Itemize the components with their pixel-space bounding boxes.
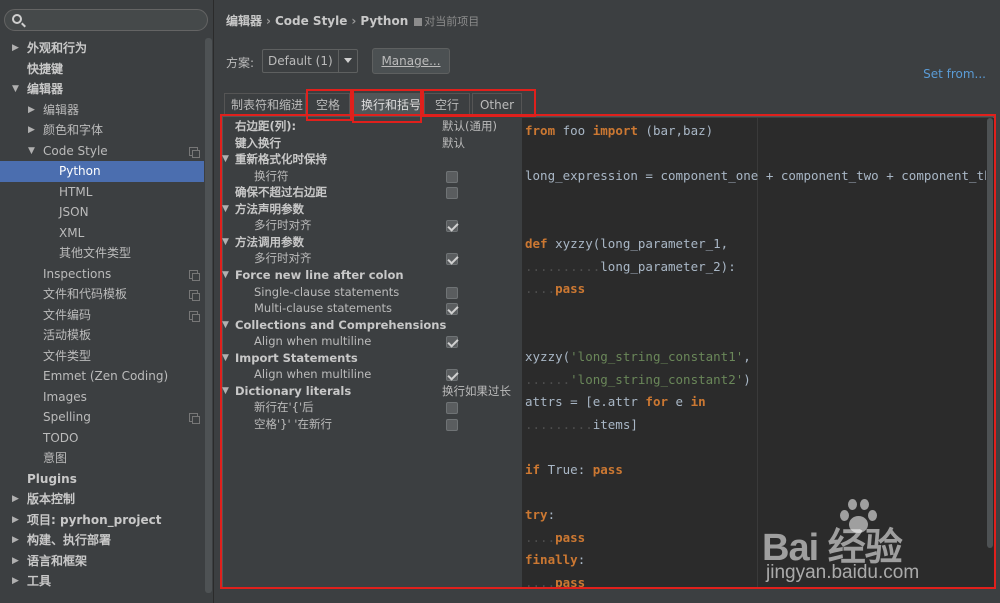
sidebar-item[interactable]: ▼ Code Style — [0, 141, 204, 162]
copy-icon — [189, 290, 200, 301]
sidebar-item[interactable]: ▶ 项目: pyrhon_project — [0, 510, 204, 531]
settings-sidebar: ▶ 外观和行为快捷键 ▼ 编辑器 ▶ 编辑器 ▶ 颜色和字体 ▼ Code Style Python… — [0, 0, 214, 603]
sidebar-item-label: 文件类型 — [43, 348, 92, 363]
sidebar-item-label: 文件编码 — [43, 307, 92, 322]
project-scope-note: 对当前项目 — [414, 15, 479, 28]
sidebar-item[interactable]: ▼ 编辑器 — [0, 79, 204, 100]
sidebar-item-label: Inspections — [43, 266, 112, 281]
breadcrumb-code-style: Code Style — [274, 14, 348, 28]
sidebar-item-label: 工具 — [27, 574, 52, 588]
sidebar-item[interactable]: 文件和代码模板 — [0, 284, 204, 305]
sidebar-item[interactable]: Spelling — [0, 407, 204, 428]
sidebar-item-label: Images — [43, 389, 87, 404]
sidebar-item[interactable]: JSON — [0, 202, 204, 223]
chevron-right-icon[interactable]: ▶ — [12, 530, 19, 551]
sidebar-item[interactable]: ▶ 颜色和字体 — [0, 120, 204, 141]
sidebar-item[interactable]: ▶ 编辑器 — [0, 100, 204, 121]
breadcrumb: 编辑器 › Code Style › Python 对当前项目 — [226, 13, 479, 29]
set-from-link[interactable]: Set from... — [923, 67, 986, 81]
scheme-select[interactable]: Default (1) — [262, 49, 358, 73]
sidebar-item[interactable]: Plugins — [0, 469, 204, 490]
sidebar-item-label: 编辑器 — [43, 102, 80, 117]
sidebar-item-label: XML — [59, 225, 85, 240]
copy-icon — [189, 413, 200, 424]
sidebar-item[interactable]: ▶ 工具 — [0, 571, 204, 592]
chevron-right-icon[interactable]: ▶ — [28, 100, 35, 121]
sidebar-item-label: Code Style — [43, 143, 108, 158]
sidebar-item[interactable]: 其他文件类型 — [0, 243, 204, 264]
sidebar-item[interactable]: 活动模板 — [0, 325, 204, 346]
sidebar-item[interactable]: 文件类型 — [0, 346, 204, 367]
sidebar-item[interactable]: Inspections — [0, 264, 204, 285]
project-scope-text: 对当前项目 — [424, 15, 480, 28]
settings-tree: ▶ 外观和行为快捷键 ▼ 编辑器 ▶ 编辑器 ▶ 颜色和字体 ▼ Code Style Python… — [0, 38, 204, 592]
chevron-down-icon[interactable] — [338, 50, 357, 72]
sidebar-item[interactable]: ▶ 构建、执行部署 — [0, 530, 204, 551]
sidebar-item[interactable]: Images — [0, 387, 204, 408]
sidebar-item-label: 其他文件类型 — [59, 246, 132, 260]
sidebar-item[interactable]: XML — [0, 223, 204, 244]
tab-tabs-and-indents[interactable]: 制表符和缩进 — [224, 93, 306, 116]
breadcrumb-separator: › — [351, 14, 357, 28]
sidebar-item-label: 快捷键 — [27, 61, 64, 76]
watermark-url: jingyan.baidu.com — [766, 562, 920, 583]
highlight-box-blank-lines-other-tabs — [422, 89, 536, 117]
sidebar-item-label: Emmet (Zen Coding) — [43, 369, 169, 383]
sidebar-item[interactable]: HTML — [0, 182, 204, 203]
breadcrumb-editor: 编辑器 — [226, 14, 263, 28]
sidebar-item[interactable]: 快捷键 — [0, 59, 204, 80]
sidebar-item[interactable]: 意图 — [0, 448, 204, 469]
sidebar-scrollbar-thumb[interactable] — [205, 38, 212, 593]
sidebar-item-label: 活动模板 — [43, 328, 92, 342]
sidebar-item-label: 语言和框架 — [27, 553, 88, 568]
sidebar-item-label: 项目: pyrhon_project — [27, 512, 162, 527]
manage-button[interactable]: Manage... — [372, 48, 450, 74]
copy-icon — [189, 310, 200, 322]
sidebar-item-label: JSON — [59, 205, 89, 219]
copy-icon — [189, 269, 200, 281]
sidebar-item-label: Spelling — [43, 410, 91, 424]
sidebar-item-label: TODO — [43, 430, 79, 445]
sidebar-item-label: Python — [59, 164, 101, 178]
settings-search-input[interactable] — [4, 9, 208, 31]
baidu-jingyan-watermark: Bai 经验 jingyan.baidu.com — [762, 492, 992, 588]
sidebar-item-label: 构建、执行部署 — [27, 533, 112, 547]
sidebar-item-label: 外观和行为 — [27, 41, 88, 55]
project-icon — [414, 18, 423, 26]
sidebar-item[interactable]: ▶ 语言和框架 — [0, 551, 204, 572]
copy-icon — [189, 146, 200, 158]
chevron-right-icon[interactable]: ▶ — [28, 120, 35, 141]
search-icon — [12, 14, 22, 24]
sidebar-item-label: Plugins — [27, 471, 77, 486]
sidebar-item-label: 文件和代码模板 — [43, 287, 128, 301]
chevron-right-icon[interactable]: ▶ — [12, 551, 19, 572]
sidebar-item[interactable]: Emmet (Zen Coding) — [0, 366, 204, 387]
chevron-right-icon[interactable]: ▶ — [12, 510, 19, 531]
sidebar-scrollbar[interactable] — [204, 38, 213, 593]
scheme-label: 方案: — [226, 56, 255, 70]
chevron-right-icon[interactable]: ▶ — [12, 489, 19, 510]
sidebar-item[interactable]: Python — [0, 161, 204, 182]
sidebar-item-label: 编辑器 — [27, 82, 64, 96]
sidebar-item-label: 颜色和字体 — [43, 123, 104, 137]
breadcrumb-python: Python — [360, 14, 409, 28]
chevron-right-icon[interactable]: ▶ — [12, 38, 19, 59]
scheme-select-value: Default (1) — [268, 54, 333, 68]
sidebar-item[interactable]: 文件编码 — [0, 305, 204, 326]
sidebar-item[interactable]: TODO — [0, 428, 204, 449]
sidebar-item-label: 意图 — [43, 451, 68, 465]
sidebar-item[interactable]: ▶ 外观和行为 — [0, 38, 204, 59]
chevron-down-icon[interactable]: ▼ — [12, 79, 19, 100]
sidebar-item[interactable]: ▶ 版本控制 — [0, 489, 204, 510]
sidebar-item-label: HTML — [59, 184, 93, 199]
chevron-down-icon[interactable]: ▼ — [28, 141, 35, 162]
sidebar-item-label: 版本控制 — [27, 492, 76, 506]
breadcrumb-separator: › — [266, 14, 271, 28]
chevron-right-icon[interactable]: ▶ — [12, 571, 19, 592]
